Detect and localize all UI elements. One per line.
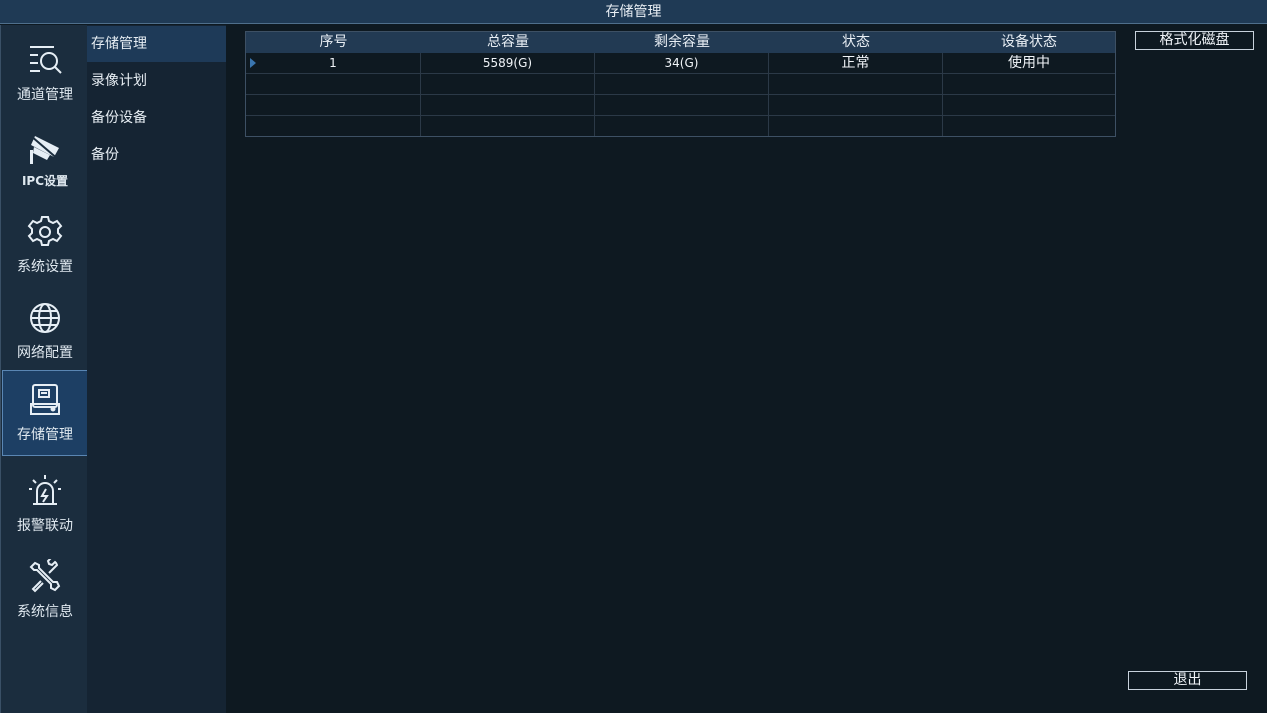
table-row[interactable]	[246, 116, 1115, 137]
column-header-free-capacity: 剩余容量	[654, 34, 710, 50]
camera-icon	[30, 134, 60, 164]
cell-free-capacity: 34(G)	[595, 53, 769, 73]
sidebar-item-label: 系统设置	[17, 259, 73, 275]
table-row[interactable]: 1 5589(G) 34(G) 正常 使用中	[246, 53, 1115, 74]
exit-button[interactable]: 退出	[1128, 671, 1247, 690]
sidebar-item-alarm-linkage[interactable]: 报警联动	[2, 461, 88, 547]
submenu-item-storage-management[interactable]: 存储管理	[87, 26, 226, 62]
row-selector-icon	[250, 58, 256, 68]
cell-index	[246, 74, 421, 94]
submenu-item-backup-device[interactable]: 备份设备	[87, 100, 226, 136]
cell-index	[246, 95, 421, 115]
cell-index	[246, 116, 421, 136]
table-header: 序号 总容量 剩余容量 状态 设备状态	[246, 32, 1115, 53]
submenu-item-backup[interactable]: 备份	[87, 137, 226, 173]
cell-total-capacity	[421, 116, 595, 136]
sidebar-item-ipc-settings[interactable]: IPC设置	[2, 116, 88, 202]
alarm-light-icon	[29, 475, 61, 505]
sidebar-item-label: IPC设置	[21, 173, 69, 188]
sidebar-item-label: 报警联动	[17, 518, 73, 534]
globe-icon	[30, 303, 60, 333]
cell-device-status: 使用中	[1008, 55, 1050, 71]
table-row[interactable]	[246, 95, 1115, 116]
cell-device-status	[943, 74, 1115, 94]
column-header-total-capacity: 总容量	[487, 34, 529, 50]
sidebar-item-label: 通道管理	[17, 87, 73, 103]
cell-total-capacity: 5589(G)	[421, 53, 595, 73]
window-title: 存储管理	[0, 0, 1267, 24]
disk-table: 序号 总容量 剩余容量 状态 设备状态 1 5589(G) 34(G) 正常 使…	[245, 31, 1116, 137]
cell-free-capacity	[595, 116, 769, 136]
cell-free-capacity	[595, 74, 769, 94]
sidebar-item-network-config[interactable]: 网络配置	[2, 288, 88, 374]
cell-status	[769, 74, 943, 94]
column-header-index: 序号	[319, 34, 348, 50]
submenu-item-recording-schedule[interactable]: 录像计划	[87, 63, 226, 99]
cell-device-status	[943, 95, 1115, 115]
cell-total-capacity	[421, 95, 595, 115]
tools-icon	[29, 559, 61, 593]
sidebar-item-label: 存储管理	[17, 427, 73, 443]
gear-icon	[27, 216, 63, 246]
column-header-status: 状态	[842, 34, 870, 50]
cell-index: 1	[246, 53, 421, 73]
column-header-device-status: 设备状态	[1001, 34, 1057, 50]
cell-free-capacity	[595, 95, 769, 115]
sidebar-item-channel-management[interactable]: 通道管理	[2, 30, 88, 116]
hard-disk-icon	[30, 384, 60, 415]
sub-menu: 存储管理 录像计划 备份设备 备份	[87, 25, 226, 713]
main-sidebar: 通道管理 IPC设置 系统设置 网络配置 存储管理 报警联动 系统信息	[0, 25, 88, 713]
cell-status	[769, 116, 943, 136]
sidebar-item-storage-management[interactable]: 存储管理	[2, 370, 88, 456]
sidebar-item-label: 网络配置	[17, 345, 73, 361]
cell-status: 正常	[769, 53, 943, 73]
channel-search-icon	[30, 46, 62, 74]
table-row[interactable]	[246, 74, 1115, 95]
sidebar-item-label: 系统信息	[17, 604, 73, 620]
format-disk-button[interactable]: 格式化磁盘	[1135, 31, 1254, 50]
cell-total-capacity	[421, 74, 595, 94]
sidebar-item-system-info[interactable]: 系统信息	[2, 547, 88, 633]
cell-status	[769, 95, 943, 115]
sidebar-item-system-settings[interactable]: 系统设置	[2, 202, 88, 288]
cell-device-status	[943, 116, 1115, 136]
